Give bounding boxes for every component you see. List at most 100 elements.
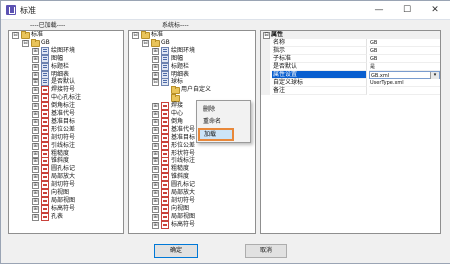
- expander-icon[interactable]: ⊞: [32, 166, 39, 174]
- loaded-section-label: ----已加载----: [30, 22, 66, 29]
- expander-icon[interactable]: ⊞: [152, 142, 159, 150]
- annotation-item-icon: [161, 181, 169, 190]
- expander-icon[interactable]: ⊞: [152, 205, 159, 213]
- expander-icon[interactable]: ⊞: [32, 103, 39, 111]
- property-value-text: GB: [370, 40, 378, 46]
- expander-icon[interactable]: ⊞: [152, 174, 159, 182]
- property-row[interactable]: 是否默认是: [261, 63, 440, 71]
- property-row[interactable]: 备注: [261, 87, 440, 95]
- expander-icon[interactable]: ⊞: [152, 197, 159, 205]
- expander-icon[interactable]: ⊞: [32, 95, 39, 103]
- folder-icon: [141, 31, 150, 39]
- standard-item-icon: [41, 78, 49, 87]
- annotation-item-icon: [161, 204, 169, 213]
- context-menu-item[interactable]: 删除: [199, 104, 250, 116]
- context-menu-item[interactable]: 重命名: [199, 116, 250, 128]
- expander-icon[interactable]: ⊞: [152, 63, 159, 71]
- property-row[interactable]: 自定义球标 UserType.xml: [261, 79, 440, 87]
- standard-item-icon: [161, 70, 169, 79]
- property-row[interactable]: 属性设置 GB.xml ▾: [261, 71, 440, 79]
- property-value[interactable]: [369, 87, 440, 95]
- annotation-item-icon: [161, 133, 169, 142]
- property-row[interactable]: 子标准 GB: [261, 55, 440, 63]
- property-value-dropdown[interactable]: GB.xml ▾: [369, 71, 440, 79]
- expander-icon[interactable]: ⊞: [32, 55, 39, 63]
- property-value[interactable]: UserType.xml: [369, 79, 440, 87]
- expander-icon[interactable]: ⊞: [32, 205, 39, 213]
- tree-node-label: 形位公差: [171, 141, 196, 149]
- expander-icon[interactable]: ⊞: [152, 221, 159, 229]
- annotation-item-icon: [41, 181, 49, 190]
- expander-icon[interactable]: ⊞: [32, 174, 39, 182]
- expander-icon[interactable]: ⊞: [32, 142, 39, 150]
- expander-icon[interactable]: ⊞: [152, 118, 159, 126]
- property-name: 自定义球标: [272, 79, 367, 87]
- expander-icon[interactable]: ⊞: [32, 63, 39, 71]
- expander-icon[interactable]: ⊞: [152, 47, 159, 55]
- app-icon: [6, 5, 16, 15]
- property-row[interactable]: 名称 GB: [261, 39, 440, 47]
- expander-icon[interactable]: ⊞: [32, 111, 39, 118]
- expander-icon[interactable]: ⊟: [12, 32, 19, 39]
- expander-icon[interactable]: ⊞: [32, 158, 39, 166]
- expander-icon[interactable]: ⊞: [152, 150, 159, 158]
- close-button[interactable]: ✕: [421, 1, 449, 19]
- chevron-down-icon[interactable]: ▾: [430, 72, 439, 79]
- expander-icon[interactable]: ⊞: [32, 71, 39, 79]
- expander-icon[interactable]: ⊟: [152, 79, 159, 87]
- ok-button[interactable]: 确定: [154, 244, 198, 258]
- expander-icon[interactable]: ⊞: [152, 190, 159, 197]
- expander-icon[interactable]: ⊞: [152, 111, 159, 118]
- context-menu-item[interactable]: 加载: [198, 128, 234, 141]
- expander-icon[interactable]: ⊟: [142, 39, 149, 47]
- expander-icon[interactable]: ⊞: [152, 126, 159, 134]
- property-value[interactable]: GB: [369, 55, 440, 63]
- expander-icon[interactable]: ⊞: [152, 213, 159, 221]
- property-row[interactable]: 指示 GB: [261, 47, 440, 55]
- expander-icon[interactable]: ⊞: [32, 150, 39, 158]
- property-name: 备注: [272, 87, 367, 95]
- expander-icon[interactable]: ⊞: [32, 47, 39, 55]
- expander-icon[interactable]: ⊞: [32, 134, 39, 142]
- annotation-item-icon: [41, 141, 49, 150]
- tree-node-label: 标高符号: [51, 204, 76, 212]
- minimize-button[interactable]: —: [365, 1, 393, 19]
- annotation-item-icon: [41, 125, 49, 134]
- loaded-tree-panel[interactable]: ⊟ 标准 ⊟ GB ⊞ 绘图环境 ⊞ 图幅 ⊞ 标题栏 ⊞ 明细表 ⊞ 是否默认 ⊞ 焊接符号 ⊞ 中心孔标注 ⊞ 倒…: [8, 30, 124, 234]
- expander-icon[interactable]: ⊞: [32, 190, 39, 197]
- expander-icon[interactable]: ⊞: [152, 182, 159, 190]
- expander-icon[interactable]: ⊞: [32, 118, 39, 126]
- expander-icon[interactable]: ⊟: [132, 32, 139, 39]
- expander-icon[interactable]: ⊞: [152, 134, 159, 142]
- tree-node-label: 用户自定义: [181, 86, 212, 94]
- property-category-header[interactable]: ⊟ 属性: [261, 31, 440, 39]
- tree-node-label: GB: [161, 38, 170, 46]
- expander-icon[interactable]: ⊞: [152, 71, 159, 79]
- expander-icon[interactable]: ⊞: [152, 158, 159, 166]
- tree-node-label: 标准: [31, 31, 44, 38]
- folder-icon: [31, 38, 40, 47]
- expander-icon[interactable]: ⊟: [22, 39, 29, 47]
- cancel-button[interactable]: 取消: [245, 244, 287, 258]
- annotation-item-icon: [161, 102, 169, 111]
- expander-icon[interactable]: ⊞: [152, 166, 159, 174]
- property-value[interactable]: GB: [369, 47, 440, 55]
- annotation-item-icon: [41, 165, 49, 174]
- expander-icon[interactable]: ⊞: [32, 79, 39, 87]
- expander-icon[interactable]: ⊞: [152, 103, 159, 111]
- property-value[interactable]: 是: [369, 63, 440, 71]
- expander-icon[interactable]: ⊞: [32, 197, 39, 205]
- property-name: 属性设置: [272, 71, 367, 79]
- expander-icon[interactable]: ⊞: [32, 126, 39, 134]
- expander-icon[interactable]: ⊞: [32, 87, 39, 95]
- property-value[interactable]: GB: [369, 39, 440, 47]
- expander-icon[interactable]: ⊞: [32, 182, 39, 190]
- expander-icon[interactable]: ⊞: [32, 213, 39, 221]
- title-bar[interactable]: 标准 — ☐ ✕: [1, 1, 450, 20]
- collapse-toggle-icon[interactable]: ⊟: [263, 32, 270, 39]
- property-name: 名称: [272, 39, 367, 47]
- tree-node-label: 向视图: [171, 204, 190, 212]
- expander-icon[interactable]: ⊞: [152, 55, 159, 63]
- annotation-item-icon: [41, 110, 49, 118]
- maximize-button[interactable]: ☐: [393, 1, 421, 19]
